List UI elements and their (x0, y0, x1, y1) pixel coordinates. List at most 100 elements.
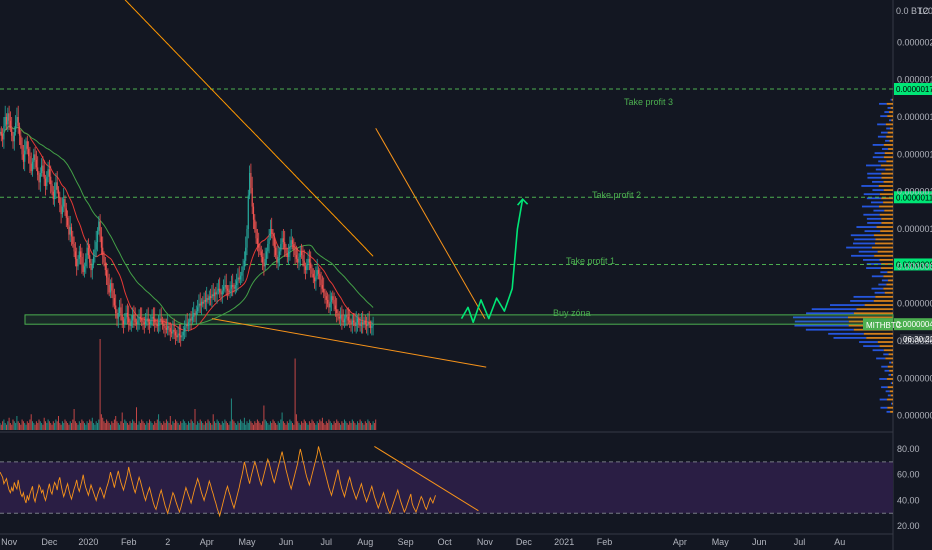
candle-body (304, 266, 307, 271)
candle-body (151, 316, 153, 321)
volume-profile-bar (858, 250, 878, 253)
volume-bar (336, 419, 338, 430)
volume-bar (366, 423, 368, 430)
candle-body (78, 251, 80, 259)
candle-body (289, 245, 291, 252)
volume-profile-bar (864, 304, 893, 306)
price-tick-label: 0.00000060 (897, 299, 932, 309)
volume-bar (47, 419, 49, 430)
candle-body (99, 221, 101, 237)
price-chart[interactable]: 0.000001750.000001170.000000810.00000049… (0, 0, 932, 550)
candle-body (328, 303, 330, 308)
volume-bar (69, 421, 71, 430)
volume-profile-bar (887, 131, 893, 134)
volume-bar (52, 421, 54, 430)
candle-body (107, 277, 109, 285)
volume-bar (302, 423, 304, 430)
volume-bar (312, 421, 314, 430)
volume-bar (364, 421, 366, 430)
candle-body (9, 120, 11, 129)
volume-bar (220, 424, 222, 430)
candle-body (165, 327, 167, 330)
volume-bar (269, 421, 271, 430)
volume-bar (125, 421, 127, 430)
candle-body (108, 285, 110, 293)
candle-body (48, 169, 50, 177)
volume-bar (145, 424, 147, 430)
candle-body (103, 255, 105, 263)
candle-body (284, 242, 286, 248)
volume-bar (12, 419, 14, 430)
volume-profile-bar (867, 222, 882, 224)
volume-bar (318, 423, 319, 430)
volume-bar (367, 419, 369, 430)
volume-bar (151, 423, 153, 430)
volume-profile-bar (853, 295, 876, 298)
volume-bar (225, 421, 227, 430)
volume-bar (301, 421, 303, 430)
candle-body (215, 292, 217, 295)
candle-body (294, 249, 296, 256)
volume-bar (324, 424, 326, 430)
candle-body (211, 294, 213, 299)
candle-body (367, 322, 369, 327)
candle-body (116, 313, 118, 319)
time-tick-label: Jun (279, 537, 294, 547)
volume-profile-bar (811, 308, 857, 311)
volume-bar (176, 421, 178, 430)
volume-profile-bar (850, 300, 874, 302)
candle-body (208, 296, 210, 300)
candle-body (47, 169, 49, 177)
candle-body (139, 316, 141, 319)
volume-profile-bar (881, 148, 889, 150)
candle-body (249, 173, 251, 196)
volume-profile-bar (885, 139, 890, 142)
volume-bar (9, 423, 11, 430)
candle-body (163, 324, 165, 327)
candle-body (15, 122, 17, 132)
candle-body (20, 135, 22, 145)
candle-body (312, 273, 314, 278)
volume-profile-bar (861, 205, 880, 208)
volume-bar (74, 421, 76, 430)
volume-bar (91, 417, 93, 430)
volume-profile-bar (886, 135, 893, 138)
volume-bar (73, 409, 75, 430)
candle-body (115, 305, 117, 313)
candle-body (155, 322, 157, 325)
candle-body (80, 251, 82, 257)
candle-body (102, 247, 104, 256)
volume-profile-bar (880, 267, 893, 269)
volume-profile-bar (833, 337, 867, 339)
volume-bar (0, 424, 2, 430)
candle-body (121, 314, 123, 321)
candle-body (333, 299, 335, 306)
volume-profile-bar (886, 378, 893, 380)
volume-profile-bar (879, 398, 888, 401)
volume-bar (171, 424, 173, 430)
volume-bar (357, 421, 358, 430)
volume-bar (164, 423, 166, 430)
volume-profile-bar (859, 341, 878, 343)
candle-body (5, 117, 8, 125)
candle-body (314, 277, 316, 282)
volume-bar (128, 424, 130, 430)
candle-body (65, 208, 67, 218)
candle-body (77, 258, 79, 267)
volume-bar (303, 419, 305, 430)
volume-bar (111, 421, 113, 430)
volume-bar (228, 424, 230, 430)
volume-bar (162, 424, 163, 430)
candle-body (368, 322, 370, 325)
candle-body (345, 314, 347, 319)
candle-body (104, 262, 106, 271)
volume-bar (28, 423, 30, 430)
candle-body (95, 242, 97, 250)
volume-profile-bar (872, 180, 884, 183)
volume-bar (168, 423, 170, 430)
volume-profile-bar (881, 279, 888, 282)
volume-bar (191, 421, 193, 430)
volume-profile-bar (884, 209, 893, 212)
candle-body (275, 247, 277, 256)
volume-profile-bar (873, 209, 885, 212)
